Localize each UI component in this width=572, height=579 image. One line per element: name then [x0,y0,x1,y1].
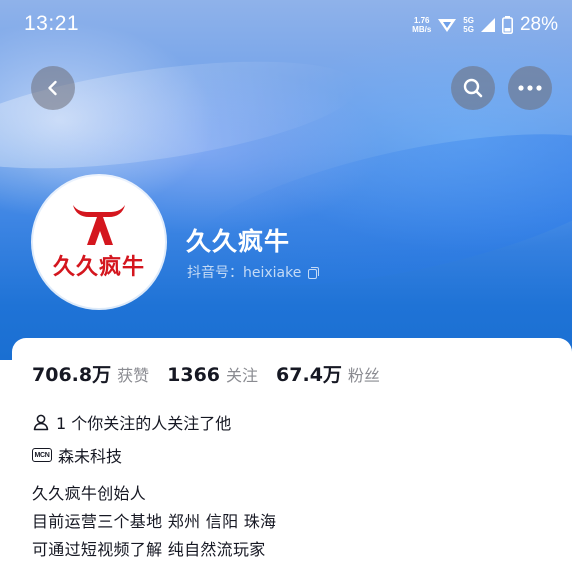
stat-following-value: 1366 [167,364,221,386]
bull-horns-logo-icon [73,205,125,245]
bio-line: 可通过短视频了解 纯自然流玩家 [32,540,266,559]
bio-line: 久久疯牛创始人 [32,484,147,503]
mcn-icon: MCN [32,448,52,462]
mutual-follow-text: 1 个你关注的人关注了他 [56,414,232,433]
person-icon [33,414,49,431]
profile-stats: 706.8万 获赞 1366 关注 67.4万 粉丝 [32,360,380,387]
copy-icon[interactable] [308,266,320,279]
header-decoration-swoosh [0,41,365,189]
search-icon [463,78,483,98]
chevron-left-icon [48,80,57,96]
stat-likes[interactable]: 706.8万 获赞 [32,360,149,387]
battery-percentage: 28% [519,14,558,35]
network-speed-value: 1.76 [413,16,430,25]
mcn-row[interactable]: MCN 森未科技 [32,443,122,467]
network-type: 5G 5G [463,16,474,34]
stat-followers-value: 67.4万 [276,364,342,386]
signal-strength-icon [480,17,496,33]
wifi-hotspot-icon [437,17,457,33]
network-speed-unit: MB/s [412,25,432,34]
status-bar: 13:21 1.76 MB/s 5G 5G 28% [0,0,572,52]
bio-line: 目前运营三个基地 郑州 信阳 珠海 [32,512,277,531]
back-button[interactable] [31,66,75,110]
network-type-bottom: 5G [463,25,474,34]
status-icons: 1.76 MB/s 5G 5G 28% [412,12,558,38]
search-button[interactable] [451,66,495,110]
avatar-brand-text: 久久疯牛 [52,255,145,280]
status-time: 13:21 [24,12,80,35]
network-type-top: 5G [463,16,474,25]
profile-info-card: 706.8万 获赞 1366 关注 67.4万 粉丝 1 个你关注的人关注了他 … [12,338,572,579]
stat-following-label: 关注 [226,366,259,385]
avatar[interactable]: 久久疯牛 [33,176,165,308]
mcn-org-name: 森未科技 [58,447,123,466]
stat-likes-value: 706.8万 [32,364,112,386]
more-dots-icon [518,85,542,91]
douyin-id-text: 抖音号：heixiake [187,265,302,281]
battery-icon [501,16,513,34]
stat-followers[interactable]: 67.4万 粉丝 [276,360,380,387]
more-options-button[interactable] [508,66,552,110]
stat-likes-label: 获赞 [117,366,150,385]
network-speed: 1.76 MB/s [412,16,431,34]
profile-nickname: 久久疯牛 [186,227,291,256]
stat-followers-label: 粉丝 [347,366,380,385]
stat-following[interactable]: 1366 关注 [167,362,258,386]
mutual-follow-row[interactable]: 1 个你关注的人关注了他 [32,410,231,434]
douyin-id[interactable]: 抖音号：heixiake [187,262,320,282]
